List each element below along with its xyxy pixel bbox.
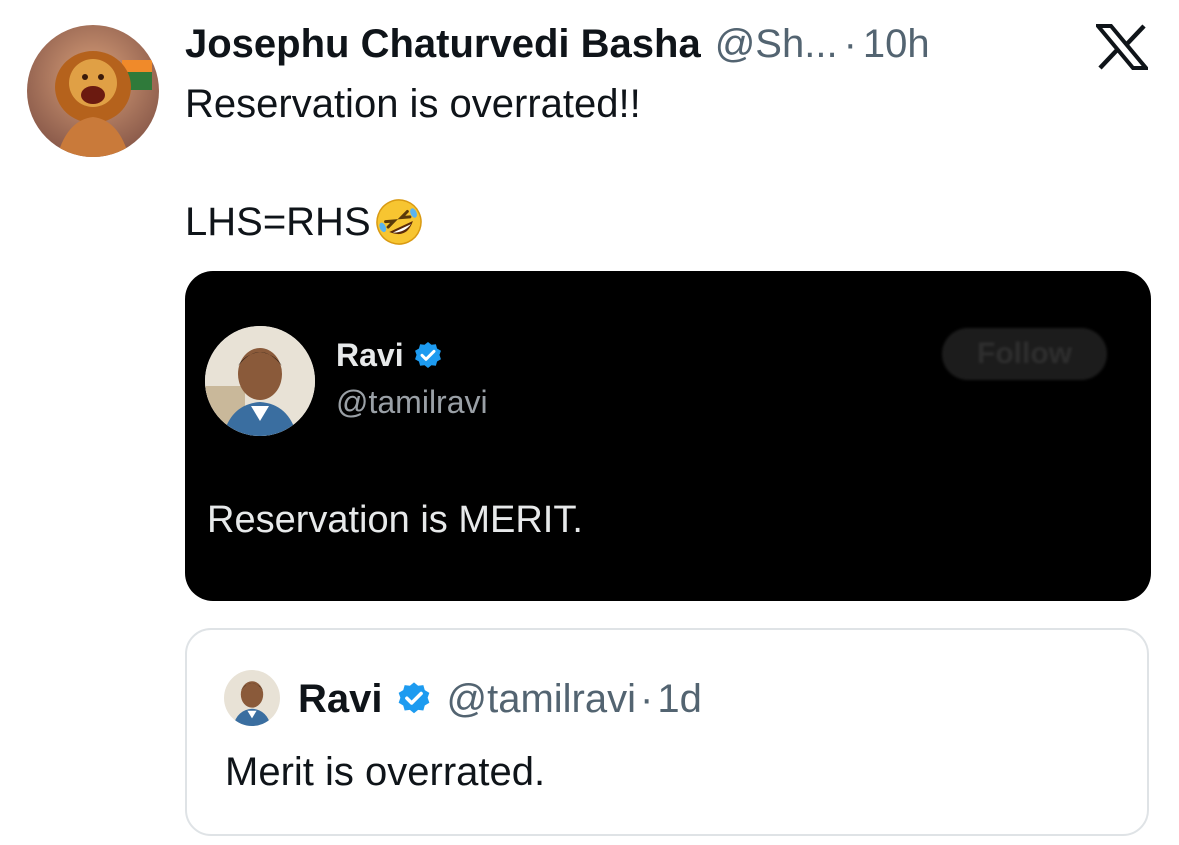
quoted-author-name[interactable]: Ravi xyxy=(298,675,383,723)
author-name[interactable]: Josephu Chaturvedi Basha xyxy=(185,20,701,68)
author-handle[interactable]: @Sh... xyxy=(715,20,838,68)
rolling-on-floor-laughing-emoji-icon xyxy=(375,199,422,245)
verified-badge-icon xyxy=(398,682,429,714)
media-author-name: Ravi xyxy=(336,337,404,373)
author-avatar[interactable] xyxy=(27,25,159,157)
media-author-name-row: Ravi xyxy=(336,337,444,374)
post-text-line2: LHS=RHS xyxy=(185,200,371,244)
post-timestamp[interactable]: 10h xyxy=(863,20,930,68)
post-text-line1: Reservation is overrated!! xyxy=(185,82,641,126)
media-follow-button: Follow xyxy=(942,328,1107,380)
post-header: Josephu Chaturvedi Basha @Sh... · 10h xyxy=(185,20,930,68)
post-text-line2-row: LHS=RHS xyxy=(185,196,425,248)
verified-badge-icon xyxy=(414,341,441,368)
quoted-author-handle[interactable]: @tamilravi xyxy=(447,675,637,723)
x-logo-icon xyxy=(1093,24,1151,70)
quoted-post-header: Ravi @tamilravi · 1d xyxy=(298,675,702,723)
quoted-post-timestamp[interactable]: 1d xyxy=(657,675,702,723)
quoted-author-avatar[interactable] xyxy=(224,670,280,726)
media-author-handle: @tamilravi xyxy=(336,384,488,420)
attached-image[interactable]: Ravi @tamilravi Follow Reservation is ME… xyxy=(185,271,1151,601)
separator-dot: · xyxy=(640,677,654,721)
separator-dot: · xyxy=(843,22,857,66)
quoted-post-text: Merit is overrated. xyxy=(225,750,546,794)
media-avatar xyxy=(205,326,315,436)
media-post-text: Reservation is MERIT. xyxy=(207,499,583,541)
quoted-post[interactable]: Ravi @tamilravi · 1d Merit is overrated. xyxy=(185,628,1149,836)
